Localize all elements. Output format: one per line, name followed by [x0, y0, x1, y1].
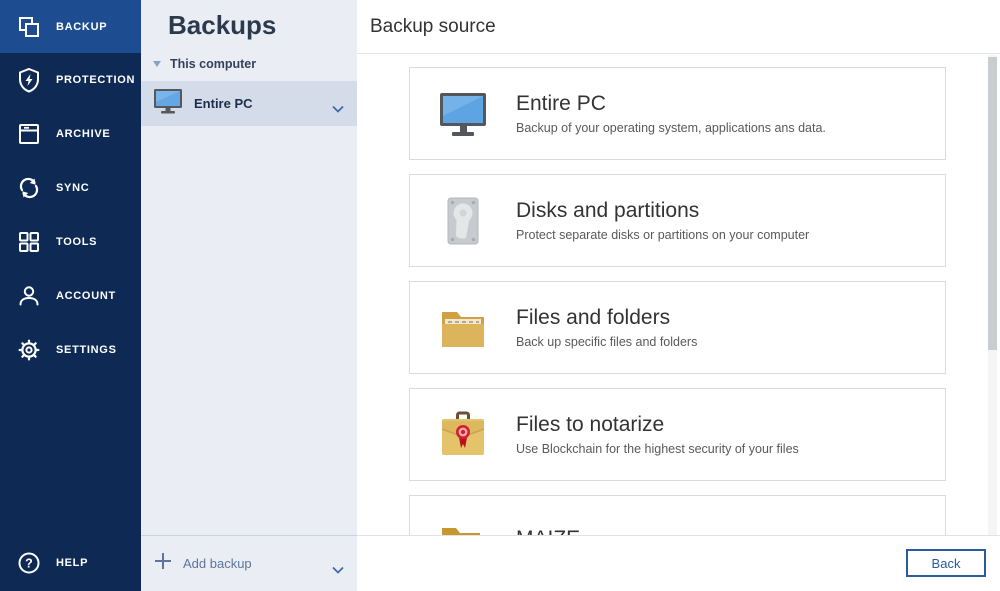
scrollbar-track[interactable] [988, 55, 997, 535]
archive-box-icon [16, 121, 42, 147]
help-circle-icon: ? [16, 550, 42, 576]
backup-list-item-entire-pc[interactable]: Entire PC [141, 81, 357, 126]
page-title: Backup source [370, 16, 496, 38]
sidebar-nav: BACKUP PROTECTION ARCHIVE [0, 0, 141, 591]
collapse-triangle-icon [153, 61, 161, 67]
card-text: Entire PC Backup of your operating syste… [516, 92, 826, 135]
shield-bolt-icon [16, 67, 42, 93]
chevron-down-icon[interactable] [332, 561, 344, 579]
gear-icon [16, 337, 42, 363]
card-text: Files to notarize Use Blockchain for the… [516, 413, 799, 456]
card-description: Back up specific files and folders [516, 335, 697, 349]
card-title: Disks and partitions [516, 199, 809, 223]
sidebar-label: PROTECTION [56, 74, 135, 86]
tools-grid-icon [16, 229, 42, 255]
backup-item-label: Entire PC [194, 96, 253, 111]
card-description: Protect separate disks or partitions on … [516, 228, 809, 242]
app-window: BACKUP PROTECTION ARCHIVE [0, 0, 1000, 591]
folder-icon [435, 300, 491, 356]
sidebar-item-archive[interactable]: ARCHIVE [0, 107, 141, 161]
panel-title: Backups [141, 0, 357, 41]
add-backup-button[interactable]: Add backup [141, 535, 357, 591]
person-icon [16, 283, 42, 309]
backup-source-list: Entire PC Backup of your operating syste… [357, 54, 1000, 588]
monitor-icon [435, 86, 491, 142]
group-label: This computer [170, 57, 256, 71]
card-text: Files and folders Back up specific files… [516, 306, 697, 349]
sidebar-item-protection[interactable]: PROTECTION [0, 53, 141, 107]
sidebar-label: HELP [56, 557, 88, 569]
add-backup-label: Add backup [183, 556, 252, 571]
sidebar-item-account[interactable]: ACCOUNT [0, 269, 141, 323]
backups-panel: Backups This computer Entire PC [141, 0, 357, 591]
sidebar-item-backup[interactable]: BACKUP [0, 0, 141, 53]
sidebar-label: ACCOUNT [56, 290, 116, 302]
sidebar-item-settings[interactable]: SETTINGS [0, 323, 141, 377]
hard-disk-icon [435, 193, 491, 249]
card-disks-and-partitions[interactable]: Disks and partitions Protect separate di… [409, 174, 946, 267]
card-text: Disks and partitions Protect separate di… [516, 199, 809, 242]
briefcase-seal-icon [435, 407, 491, 463]
monitor-icon [153, 88, 183, 120]
sidebar-item-help[interactable]: ? HELP [0, 536, 141, 590]
card-entire-pc[interactable]: Entire PC Backup of your operating syste… [409, 67, 946, 160]
back-button[interactable]: Back [906, 549, 986, 577]
sync-arrows-icon [16, 175, 42, 201]
card-title: Files to notarize [516, 413, 799, 437]
card-files-and-folders[interactable]: Files and folders Back up specific files… [409, 281, 946, 374]
bottom-action-bar: Back [357, 535, 1000, 591]
backup-icon [16, 14, 42, 40]
plus-icon [154, 552, 172, 575]
card-files-to-notarize[interactable]: Files to notarize Use Blockchain for the… [409, 388, 946, 481]
sidebar-item-tools[interactable]: TOOLS [0, 215, 141, 269]
sidebar-label: TOOLS [56, 236, 97, 248]
sidebar-label: ARCHIVE [56, 128, 110, 140]
sidebar-label: SYNC [56, 182, 89, 194]
sidebar-item-sync[interactable]: SYNC [0, 161, 141, 215]
card-title: Entire PC [516, 92, 826, 116]
svg-text:?: ? [25, 556, 33, 570]
main-content: Backup source Entire PC Backup of your o… [357, 0, 1000, 591]
scrollbar-thumb[interactable] [988, 57, 997, 350]
card-description: Use Blockchain for the highest security … [516, 442, 799, 456]
group-this-computer[interactable]: This computer [141, 41, 357, 81]
sidebar-label: SETTINGS [56, 344, 117, 356]
card-description: Backup of your operating system, applica… [516, 121, 826, 135]
sidebar-label: BACKUP [56, 21, 107, 33]
main-header: Backup source [357, 0, 1000, 54]
card-title: Files and folders [516, 306, 697, 330]
chevron-down-icon[interactable] [332, 100, 344, 118]
